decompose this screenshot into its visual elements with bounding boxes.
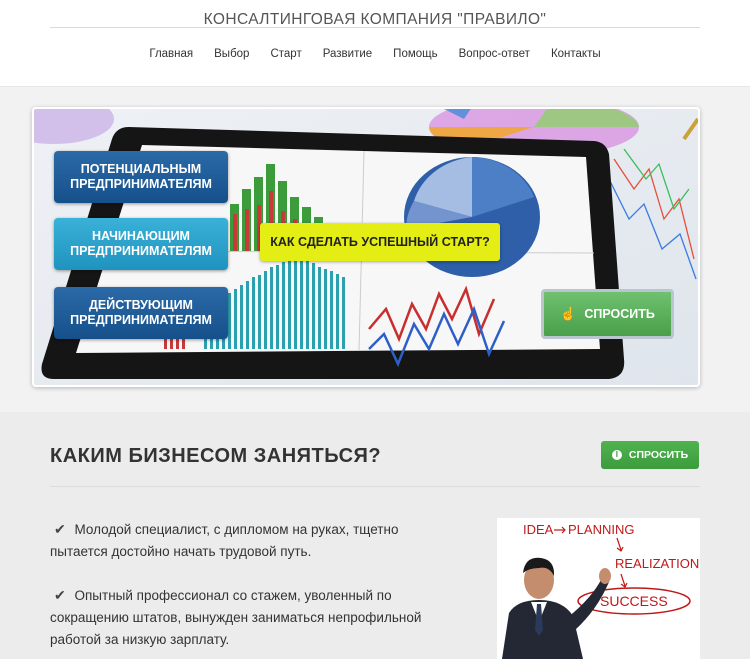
button-label-line: ПРЕДПРИНИМАТЕЛЯМ [70,244,212,258]
nav-item-choice[interactable]: Выбор [214,40,249,68]
photo-word: SUCCESS [600,593,668,609]
button-label-line: ПОТЕНЦИАЛЬНЫМ [80,162,202,176]
section-header: КАКИМ БИЗНЕСОМ ЗАНЯТЬСЯ? i СПРОСИТЬ [50,441,700,487]
checkmark-icon: ✔ [54,587,66,603]
businessman-photo: IDEA PLANNING REALIZATION SUCCESS [497,518,700,659]
button-label-line: НАЧИНАЮЩИМ [92,229,190,243]
photo-word: PLANNING [568,522,634,537]
bullet-list: ✔ Молодой специалист, с дипломом на рука… [50,518,450,672]
hero-ask-button[interactable]: ☝ СПРОСИТЬ [541,289,674,339]
nav-item-home[interactable]: Главная [149,40,193,68]
button-label-line: ПРЕДПРИНИМАТЕЛЯМ [70,177,212,191]
active-entrepreneurs-button[interactable]: ДЕЙСТВУЮЩИМ ПРЕДПРИНИМАТЕЛЯМ [54,287,228,339]
hero-ask-label: СПРОСИТЬ [584,307,655,321]
list-item: ✔ Опытный профессионал со стажем, уволен… [50,584,450,651]
nav-item-help[interactable]: Помощь [393,40,437,68]
idea-success-illustration: IDEA PLANNING REALIZATION SUCCESS [497,518,700,659]
photo-word: IDEA [523,522,554,537]
main-nav: Главная Выбор Старт Развитие Помощь Вопр… [0,40,750,68]
checkmark-icon: ✔ [54,521,66,537]
site-title-text[interactable]: КОНСАЛТИНГОВАЯ КОМПАНИЯ "ПРАВИЛО" [204,11,547,28]
nav-item-contacts[interactable]: Контакты [551,40,601,68]
nav-item-development[interactable]: Развитие [323,40,372,68]
hand-pointer-icon: ☝ [560,306,577,321]
business-section: КАКИМ БИЗНЕСОМ ЗАНЯТЬСЯ? i СПРОСИТЬ ✔ Мо… [0,412,750,659]
site-header: КОНСАЛТИНГОВАЯ КОМПАНИЯ "ПРАВИЛО" Главна… [0,0,750,87]
list-item: ✔ Молодой специалист, с дипломом на рука… [50,518,450,563]
button-label-line: ПРЕДПРИНИМАТЕЛЯМ [70,313,212,327]
site-title[interactable]: КОНСАЛТИНГОВАЯ КОМПАНИЯ "ПРАВИЛО" [50,0,700,28]
section-title: КАКИМ БИЗНЕСОМ ЗАНЯТЬСЯ? [50,445,382,467]
list-item-text: Опытный профессионал со стажем, уволенны… [50,588,422,647]
list-item-text: Молодой специалист, с дипломом на руках,… [50,522,399,559]
beginning-entrepreneurs-button[interactable]: НАЧИНАЮЩИМ ПРЕДПРИНИМАТЕЛЯМ [54,218,228,270]
nav-item-start[interactable]: Старт [270,40,301,68]
nav-item-faq[interactable]: Вопрос-ответ [459,40,530,68]
button-label-line: ДЕЙСТВУЮЩИМ [89,298,193,312]
successful-start-button[interactable]: КАК СДЕЛАТЬ УСПЕШНЫЙ СТАРТ? [260,223,500,261]
info-icon: i [611,450,622,460]
section-ask-button[interactable]: i СПРОСИТЬ [601,441,699,469]
photo-word: REALIZATION [615,556,699,571]
hero-banner: ПОТЕНЦИАЛЬНЫМ ПРЕДПРИНИМАТЕЛЯМ НАЧИНАЮЩИ… [32,107,700,387]
potential-entrepreneurs-button[interactable]: ПОТЕНЦИАЛЬНЫМ ПРЕДПРИНИМАТЕЛЯМ [54,151,228,203]
hero-section: ПОТЕНЦИАЛЬНЫМ ПРЕДПРИНИМАТЕЛЯМ НАЧИНАЮЩИ… [0,87,750,413]
section-ask-label: СПРОСИТЬ [628,449,689,461]
